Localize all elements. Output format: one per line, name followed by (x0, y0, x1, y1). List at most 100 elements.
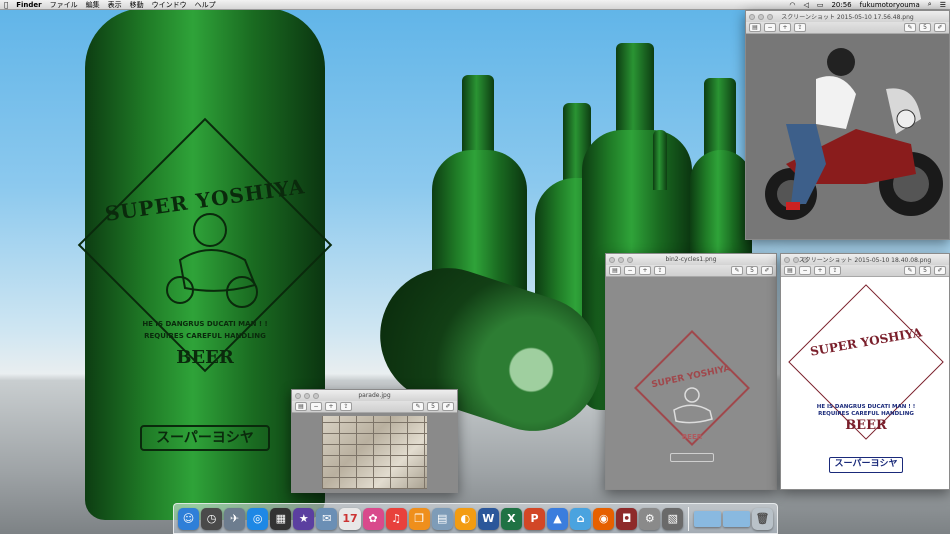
preview-window-bin2[interactable]: bin2-cycles1.png ▤ − + ⇪ ✎ 5 ✐ SUPER YOS… (605, 253, 777, 490)
wallpaper-bottle-neck (704, 78, 736, 158)
zoom-button[interactable] (802, 256, 808, 263)
zoom-button[interactable] (313, 392, 319, 399)
dock-launchpad-icon[interactable]: ✈ (224, 507, 246, 530)
share-icon[interactable]: ⇪ (829, 266, 841, 275)
zoom-out-icon[interactable]: − (624, 266, 636, 275)
spotlight-icon[interactable]: ⌕ (928, 0, 932, 9)
dock-photo-booth-icon[interactable]: ◘ (616, 507, 638, 530)
annotate-icon[interactable]: ✐ (934, 23, 946, 32)
menu-view[interactable]: 表示 (108, 0, 122, 10)
share-icon[interactable]: ⇪ (340, 402, 352, 411)
menu-edit[interactable]: 編集 (86, 0, 100, 10)
zoom-out-icon[interactable]: − (764, 23, 776, 32)
markup-pen-icon[interactable]: ✎ (412, 402, 424, 411)
minimize-button[interactable] (793, 256, 799, 263)
zoom-in-icon[interactable]: + (639, 266, 651, 275)
wallpaper-bottle-neck (653, 130, 667, 190)
dock-safari-icon[interactable]: ◎ (247, 507, 269, 530)
zoom-in-icon[interactable]: + (325, 402, 337, 411)
sidebar-toggle-icon[interactable]: ▤ (609, 266, 621, 275)
sidebar-toggle-icon[interactable]: ▤ (749, 23, 761, 32)
dock-photos-icon[interactable]: ✿ (362, 507, 384, 530)
dock-mission-control-icon[interactable]: ▦ (270, 507, 292, 530)
dock-finder-icon[interactable]: ☺ (178, 507, 200, 530)
dock: ☺ ◷ ✈ ◎ ▦ ★ ✉ 17 ✿ ♫ ❒ ▤ ◐ W X P ▲ ⌂ ◉ ◘ ⚙ ▧ 🗑 (173, 503, 778, 534)
zoom-in-icon[interactable]: + (814, 266, 826, 275)
close-button[interactable] (784, 256, 790, 263)
minimize-button[interactable] (618, 256, 624, 263)
markup-pen-icon[interactable]: ✎ (904, 23, 916, 32)
dock-itunes-icon[interactable]: ♫ (385, 507, 407, 530)
apple-menu-icon[interactable]:  (4, 1, 8, 9)
menu-go[interactable]: 移動 (130, 0, 144, 10)
dock-preview-icon[interactable]: ▤ (431, 507, 453, 530)
preview-window-screenshot1[interactable]: スクリーンショット 2015-05-10 17.56.48.png ▤ − + … (745, 10, 950, 240)
battery-icon[interactable]: ▭ (817, 1, 824, 9)
rotate-button[interactable]: 5 (746, 266, 758, 275)
minimize-button[interactable] (304, 392, 310, 399)
annotate-icon[interactable]: ✐ (761, 266, 773, 275)
share-icon[interactable]: ⇪ (794, 23, 806, 32)
zoom-out-icon[interactable]: − (799, 266, 811, 275)
menubar-user[interactable]: fukumotoryouma (860, 1, 920, 9)
label-kana-text: スーパーヨシヤ (140, 425, 270, 451)
markup-pen-icon[interactable]: ✎ (731, 266, 743, 275)
dock-firefox-icon[interactable]: ◉ (593, 507, 615, 530)
dock-documents-folder-icon[interactable] (723, 510, 750, 527)
menubar-clock[interactable]: 20:56 (831, 1, 851, 9)
close-button[interactable] (609, 256, 615, 263)
sidebar-toggle-icon[interactable]: ▤ (784, 266, 796, 275)
preview-window-screenshot2[interactable]: スクリーンショット 2015-05-10 18.40.08.png ▤ − + … (780, 253, 950, 490)
menu-window[interactable]: ウインドウ (152, 0, 187, 10)
window-toolbar: ▤ − + ⇪ ✎ 5 ✐ (292, 401, 457, 413)
wifi-icon[interactable]: ◠ (789, 1, 795, 9)
dock-flux-icon[interactable]: ◐ (454, 507, 476, 530)
minimize-button[interactable] (758, 13, 764, 20)
markup-pen-icon[interactable]: ✎ (904, 266, 916, 275)
zoom-out-icon[interactable]: − (310, 402, 322, 411)
menu-file[interactable]: ファイル (50, 0, 78, 10)
rotate-button[interactable]: 5 (919, 266, 931, 275)
dock-image-capture-icon[interactable]: ▧ (662, 507, 684, 530)
dock-powerpoint-icon[interactable]: P (523, 507, 545, 530)
sidebar-toggle-icon[interactable]: ▤ (295, 402, 307, 411)
dock-system-preferences-icon[interactable]: ⚙ (639, 507, 661, 530)
annotate-icon[interactable]: ✐ (934, 266, 946, 275)
annotate-icon[interactable]: ✐ (442, 402, 454, 411)
label-beer-text: BEER (845, 418, 887, 433)
dock-excel-icon[interactable]: X (500, 507, 522, 530)
dock-word-icon[interactable]: W (477, 507, 499, 530)
dock-network-icon[interactable]: ⌂ (570, 507, 592, 530)
rotate-button[interactable]: 5 (919, 23, 931, 32)
window-controls (609, 256, 633, 263)
dock-mail-icon[interactable]: ✉ (316, 507, 338, 530)
rotate-button[interactable]: 5 (427, 402, 439, 411)
preview-window-parade[interactable]: parade.jpg ▤ − + ⇪ ✎ 5 ✐ (291, 389, 458, 493)
zoom-button[interactable] (767, 13, 773, 20)
dock-dashboard-icon[interactable]: ◷ (201, 507, 223, 530)
window-controls (295, 392, 319, 399)
menu-app-name[interactable]: Finder (16, 1, 41, 9)
notification-center-icon[interactable]: ☰ (940, 1, 946, 9)
dock-calendar-icon[interactable]: 17 (339, 507, 361, 530)
bottle-label: SUPER YOSHIYA HE IS DANGRUS DUCATI MAN !… (77, 80, 333, 451)
dock-keynote-icon[interactable]: ▲ (547, 507, 569, 530)
window-titlebar[interactable]: parade.jpg (292, 390, 457, 401)
zoom-button[interactable] (627, 256, 633, 263)
label-beer-text: BEER (176, 347, 234, 368)
dock-imovie-icon[interactable]: ★ (293, 507, 315, 530)
volume-icon[interactable]: ◁ (803, 1, 808, 9)
window-titlebar[interactable]: bin2-cycles1.png (606, 254, 776, 265)
stone-wall-image (322, 416, 427, 489)
zoom-in-icon[interactable]: + (779, 23, 791, 32)
dock-ibooks-icon[interactable]: ❒ (408, 507, 430, 530)
window-titlebar[interactable]: スクリーンショット 2015-05-10 18.40.08.png (781, 254, 949, 265)
dock-trash-icon[interactable]: 🗑 (751, 507, 774, 530)
menu-help[interactable]: ヘルプ (195, 0, 216, 10)
window-titlebar[interactable]: スクリーンショット 2015-05-10 17.56.48.png (746, 11, 949, 22)
image-canvas (292, 413, 457, 492)
dock-downloads-folder-icon[interactable] (694, 510, 722, 527)
share-icon[interactable]: ⇪ (654, 266, 666, 275)
close-button[interactable] (749, 13, 755, 20)
close-button[interactable] (295, 392, 301, 399)
